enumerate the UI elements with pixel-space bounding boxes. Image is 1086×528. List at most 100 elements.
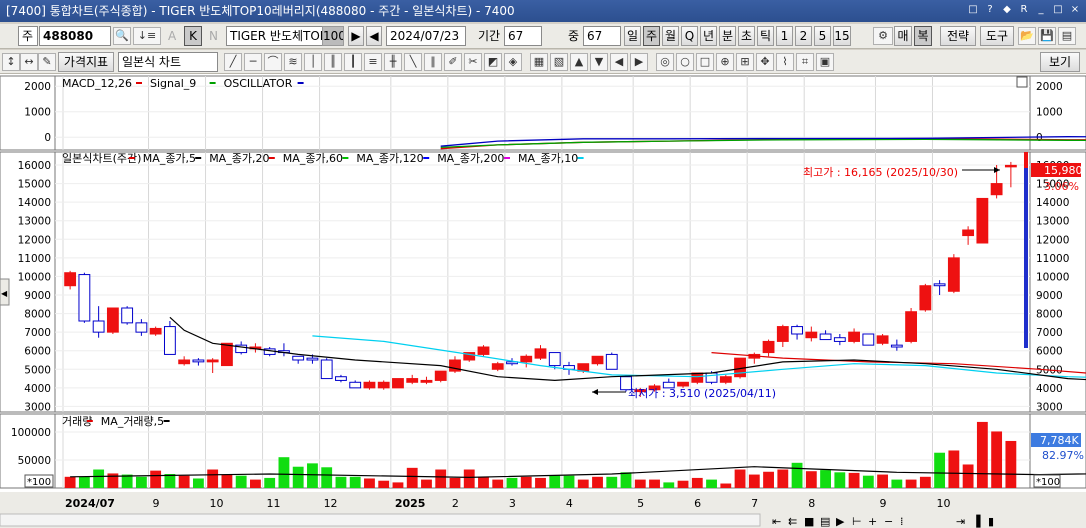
volume-bar[interactable] <box>563 475 575 488</box>
candle[interactable] <box>406 378 419 383</box>
candle[interactable] <box>791 326 803 335</box>
candle[interactable] <box>491 363 504 370</box>
cut-icon[interactable]: ✂ <box>464 53 482 71</box>
volume-bar[interactable] <box>378 480 390 488</box>
candle[interactable] <box>163 326 176 355</box>
candle[interactable] <box>890 344 903 348</box>
volume-bar[interactable] <box>962 464 974 488</box>
volume-bar[interactable] <box>606 476 618 488</box>
candle[interactable] <box>64 272 77 287</box>
candle[interactable] <box>776 326 789 342</box>
candle[interactable] <box>306 357 319 361</box>
candle[interactable] <box>534 348 547 359</box>
candle[interactable] <box>392 378 404 389</box>
volume-bar[interactable] <box>207 469 219 488</box>
chart-settings-icon[interactable]: ⚙ <box>873 27 893 45</box>
code-input[interactable]: 488080 <box>39 26 111 46</box>
folder-icon[interactable]: 📂 <box>1018 27 1036 45</box>
candle[interactable] <box>933 283 946 287</box>
volume-bar[interactable] <box>321 467 333 488</box>
candle[interactable] <box>92 320 105 333</box>
candle[interactable] <box>320 359 333 380</box>
candle[interactable] <box>149 327 162 335</box>
cycle-icon[interactable]: ⌇ <box>776 53 794 71</box>
volume-bar[interactable] <box>691 477 703 488</box>
volume-bar[interactable] <box>663 482 675 488</box>
market-select[interactable]: 주 <box>18 26 38 46</box>
frame-icon[interactable]: ▣ <box>816 53 834 71</box>
diamond-icon[interactable]: ◈ <box>504 53 522 71</box>
gann-icon[interactable]: ⌗ <box>796 53 814 71</box>
period-button[interactable]: 주 <box>643 26 660 46</box>
candle[interactable] <box>833 337 846 342</box>
volume-bar[interactable] <box>791 462 803 488</box>
save-icon[interactable]: 💾 <box>1038 27 1056 45</box>
pattern-icon[interactable]: ▧ <box>550 53 568 71</box>
close-icon[interactable]: × <box>1068 2 1082 18</box>
candle[interactable] <box>477 346 490 355</box>
volume-bar[interactable] <box>463 469 475 488</box>
candle[interactable] <box>677 381 689 387</box>
volume-bar[interactable] <box>506 477 518 488</box>
arc-icon[interactable]: ⌒ <box>264 53 282 71</box>
volume-bar[interactable] <box>520 476 532 488</box>
candle[interactable] <box>292 355 305 361</box>
minimize-icon[interactable]: _ <box>1034 2 1048 18</box>
volume-bar[interactable] <box>649 479 660 488</box>
volume-bar[interactable] <box>421 479 432 488</box>
candle[interactable] <box>819 333 832 341</box>
period-button[interactable]: 1 <box>776 26 793 46</box>
k-button[interactable]: K <box>184 26 202 46</box>
move-icon[interactable]: ✥ <box>756 53 774 71</box>
indicator-button[interactable]: 가격지표 <box>58 52 114 72</box>
volume-bar[interactable] <box>976 421 988 488</box>
print-icon[interactable]: ▤ <box>1058 27 1076 45</box>
volume-bar[interactable] <box>877 474 889 488</box>
period-input[interactable]: 67 <box>504 26 542 46</box>
chart-area[interactable]: 1600016000150001500014000140001300013000… <box>0 74 1086 528</box>
volume-bar[interactable] <box>734 469 746 488</box>
volume-bar[interactable] <box>349 476 361 488</box>
help-icon[interactable]: ? <box>983 2 997 18</box>
candle[interactable] <box>192 359 205 363</box>
fibo-icon[interactable]: ≋ <box>284 53 302 71</box>
volume-bar[interactable] <box>549 475 561 488</box>
candle[interactable] <box>434 370 447 381</box>
candle[interactable] <box>919 285 932 311</box>
candle[interactable] <box>947 257 960 292</box>
candle[interactable] <box>848 331 860 342</box>
period-button[interactable]: 월 <box>662 26 679 46</box>
vlines-icon[interactable]: ║ <box>324 53 342 71</box>
volume-bar[interactable] <box>763 471 774 488</box>
volume-bar[interactable] <box>905 479 917 488</box>
date-field[interactable]: 2024/07/23 <box>386 26 466 46</box>
volume-bar[interactable] <box>805 471 817 488</box>
volume-bar[interactable] <box>535 477 546 488</box>
strategy-button[interactable]: 전략 <box>940 26 976 46</box>
name-field[interactable]: TIGER 반도체TOP1 <box>226 26 324 46</box>
count-input[interactable]: 67 <box>583 26 621 46</box>
volume-bar[interactable] <box>178 475 190 488</box>
volume-bar[interactable] <box>150 470 162 488</box>
chart-svg[interactable]: 1600016000150001500014000140001300013000… <box>0 74 1086 528</box>
volume-bar[interactable] <box>991 431 1003 488</box>
volume-bar[interactable] <box>278 457 290 488</box>
volume-bar[interactable] <box>919 476 931 488</box>
volume-bar[interactable] <box>492 479 504 488</box>
arrow-leftright-icon[interactable]: ↔ <box>20 53 38 71</box>
volume-bar[interactable] <box>335 476 347 488</box>
record-icon[interactable]: R <box>1017 2 1031 18</box>
label-a[interactable]: A <box>168 26 176 46</box>
up-arrow-icon[interactable]: ▲ <box>570 53 588 71</box>
sort-icon[interactable]: ↓≡ <box>133 27 161 45</box>
left-arrow-icon[interactable]: ◀ <box>610 53 628 71</box>
period-button[interactable]: 15 <box>833 26 851 46</box>
candle[interactable] <box>135 322 148 333</box>
period-button[interactable]: 일 <box>624 26 641 46</box>
volume-bar[interactable] <box>392 482 404 488</box>
arrow-updown-icon[interactable]: ↕ <box>2 53 20 71</box>
right-arrow-icon[interactable]: ▶ <box>630 53 648 71</box>
volume-bar[interactable] <box>435 469 447 488</box>
volume-bar[interactable] <box>891 479 903 488</box>
fill-icon[interactable]: ◩ <box>484 53 502 71</box>
